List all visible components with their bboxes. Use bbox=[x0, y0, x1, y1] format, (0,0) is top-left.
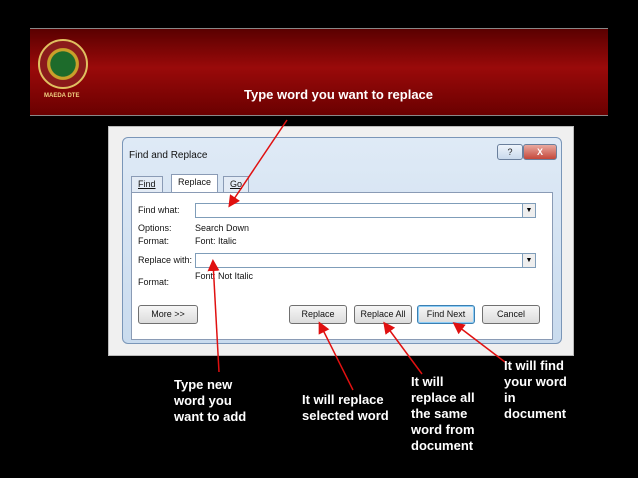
arrow-to-replace-all-button bbox=[383, 321, 423, 375]
arrow-to-replace-button bbox=[318, 321, 354, 391]
arrow-to-find-next-button bbox=[452, 322, 506, 363]
note-replace-all: It will replace all the same word from d… bbox=[411, 374, 475, 453]
note-find-next: It will find your word in document bbox=[504, 358, 567, 421]
arrow-to-replace-with bbox=[207, 259, 220, 373]
note-replace-selected: It will replace selected word bbox=[302, 392, 389, 423]
note-type-new-word: Type new word you want to add bbox=[174, 377, 247, 424]
arrow-to-find-what bbox=[228, 119, 288, 208]
